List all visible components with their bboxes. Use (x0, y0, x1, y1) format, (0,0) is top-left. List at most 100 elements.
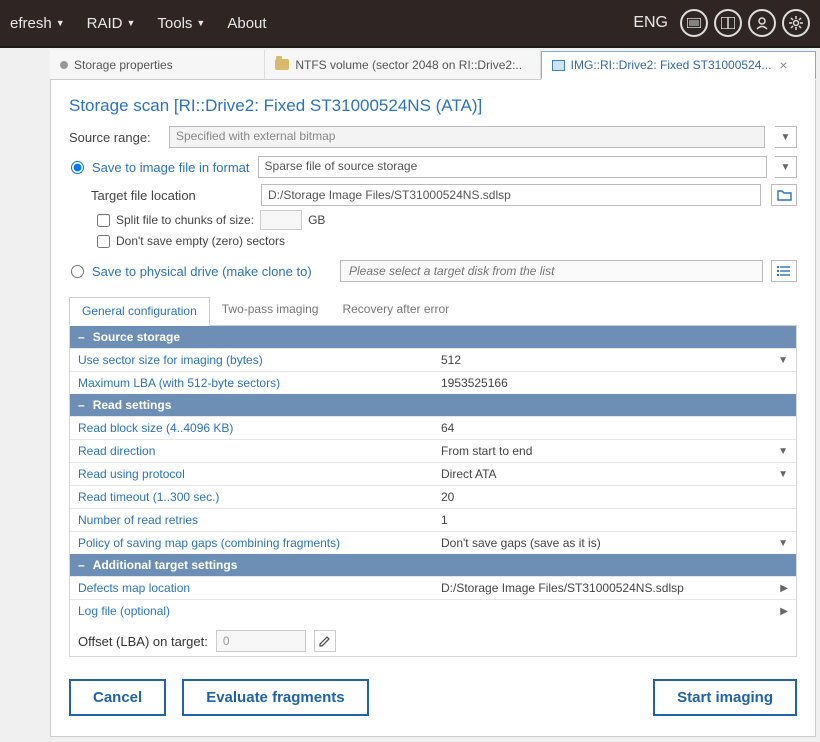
edit-icon[interactable] (314, 630, 336, 652)
document-tabs: Storage properties NTFS volume (sector 2… (50, 50, 816, 80)
config-value[interactable]: 1953525166 (433, 372, 796, 394)
config-label: Maximum LBA (with 512-byte sectors) (70, 372, 433, 394)
menu-raid-label: RAID (87, 15, 123, 32)
main-panel: Storage scan [RI::Drive2: Fixed ST310005… (50, 80, 816, 737)
row-read-retries: Number of read retries 1 (70, 508, 796, 531)
top-toolbar-icons (680, 9, 810, 37)
chevron-down-icon: ▼ (196, 18, 205, 28)
tab-general-config[interactable]: General configuration (69, 297, 210, 326)
chunk-size-input[interactable] (260, 210, 302, 230)
save-to-image-radio-row: Save to image file in format Sparse file… (71, 156, 797, 178)
user-icon[interactable] (748, 9, 776, 37)
menu-about-label: About (227, 15, 266, 32)
config-value[interactable]: D:/Storage Image Files/ST31000524NS.sdls… (433, 577, 796, 599)
tab-label: Storage properties (74, 58, 173, 72)
chevron-down-icon: ▼ (778, 538, 788, 549)
menu-tools-label: Tools (157, 15, 192, 32)
config-value[interactable]: 20 (433, 486, 796, 508)
row-gap-policy: Policy of saving map gaps (combining fra… (70, 531, 796, 554)
offset-input[interactable] (216, 630, 306, 652)
config-tabs: General configuration Two-pass imaging R… (69, 296, 797, 326)
config-value[interactable]: Don't save gaps (save as it is)▼ (433, 532, 796, 554)
save-to-image-radio[interactable] (71, 161, 84, 174)
tab-label: IMG::RI::Drive2: Fixed ST31000524... (571, 58, 772, 72)
menu-refresh[interactable]: efresh▼ (0, 9, 75, 38)
config-value[interactable]: 1 (433, 509, 796, 531)
chevron-down-icon[interactable]: ▼ (775, 126, 797, 148)
row-defects-map: Defects map location D:/Storage Image Fi… (70, 576, 796, 599)
top-menu-bar: efresh▼ RAID▼ Tools ▼ About ENG (0, 0, 820, 48)
section-source-storage[interactable]: – Source storage (70, 326, 796, 348)
skip-zero-row: Don't save empty (zero) sectors (97, 234, 797, 248)
chevron-right-icon: ▶ (780, 583, 788, 594)
save-to-physical-label: Save to physical drive (make clone to) (92, 264, 332, 279)
tab-two-pass[interactable]: Two-pass imaging (210, 296, 331, 325)
config-label: Read block size (4..4096 KB) (70, 417, 433, 439)
browse-folder-button[interactable] (771, 184, 797, 206)
skip-zero-label: Don't save empty (zero) sectors (116, 234, 285, 248)
tab-image-drive[interactable]: IMG::RI::Drive2: Fixed ST31000524... × (541, 51, 816, 80)
config-label: Read using protocol (70, 463, 433, 485)
tab-storage-properties[interactable]: Storage properties (50, 50, 265, 79)
chevron-right-icon: ▶ (780, 606, 788, 617)
evaluate-fragments-button[interactable]: Evaluate fragments (182, 679, 368, 716)
row-read-direction: Read direction From start to end▼ (70, 439, 796, 462)
chevron-down-icon: ▼ (778, 355, 788, 366)
config-value[interactable]: 64 (433, 417, 796, 439)
offset-label: Offset (LBA) on target: (78, 634, 208, 649)
chunk-unit-label: GB (308, 213, 325, 227)
menu-tools[interactable]: Tools ▼ (147, 9, 215, 38)
config-label: Log file (optional) (70, 600, 433, 622)
config-value[interactable]: From start to end▼ (433, 440, 796, 462)
dot-icon (60, 61, 68, 69)
save-to-image-label: Save to image file in format (92, 160, 250, 175)
config-value[interactable]: 512▼ (433, 349, 796, 371)
row-read-protocol: Read using protocol Direct ATA▼ (70, 462, 796, 485)
collapse-icon: – (78, 330, 85, 344)
menu-refresh-label: efresh (10, 15, 52, 32)
image-icon (552, 60, 565, 71)
config-label: Number of read retries (70, 509, 433, 531)
chevron-down-icon: ▼ (778, 446, 788, 457)
collapse-icon: – (78, 558, 85, 572)
section-target-settings[interactable]: – Additional target settings (70, 554, 796, 576)
chevron-down-icon[interactable]: ▼ (775, 156, 797, 178)
config-label: Read direction (70, 440, 433, 462)
source-range-select[interactable]: Specified with external bitmap (169, 126, 765, 148)
row-sector-size: Use sector size for imaging (bytes) 512▼ (70, 348, 796, 371)
row-read-timeout: Read timeout (1..300 sec.) 20 (70, 485, 796, 508)
image-format-select[interactable]: Sparse file of source storage (258, 156, 767, 178)
split-chunks-row: Split file to chunks of size: GB (97, 210, 797, 230)
language-selector[interactable]: ENG (621, 14, 680, 32)
target-location-input[interactable] (261, 184, 761, 206)
chevron-down-icon: ▼ (778, 469, 788, 480)
row-log-file: Log file (optional) ▶ (70, 599, 796, 622)
main-menu: efresh▼ RAID▼ Tools ▼ About (0, 9, 277, 38)
card-icon[interactable] (680, 9, 708, 37)
save-to-physical-radio[interactable] (71, 265, 84, 278)
menu-about[interactable]: About (217, 9, 276, 38)
start-imaging-button[interactable]: Start imaging (653, 679, 797, 716)
section-read-settings[interactable]: – Read settings (70, 394, 796, 416)
config-label: Defects map location (70, 577, 433, 599)
split-chunks-checkbox[interactable] (97, 214, 110, 227)
config-label: Read timeout (1..300 sec.) (70, 486, 433, 508)
layout-icon[interactable] (714, 9, 742, 37)
tab-recovery[interactable]: Recovery after error (330, 296, 461, 325)
source-range-row: Source range: Specified with external bi… (69, 126, 797, 148)
config-value[interactable]: ▶ (433, 600, 796, 622)
cancel-button[interactable]: Cancel (69, 679, 166, 716)
offset-row: Offset (LBA) on target: (70, 622, 796, 656)
collapse-icon: – (78, 398, 85, 412)
list-icon[interactable] (771, 260, 797, 282)
row-max-lba: Maximum LBA (with 512-byte sectors) 1953… (70, 371, 796, 394)
close-icon[interactable]: × (777, 57, 789, 73)
menu-raid[interactable]: RAID▼ (77, 9, 146, 38)
config-value[interactable]: Direct ATA▼ (433, 463, 796, 485)
physical-target-select[interactable] (340, 260, 763, 282)
skip-zero-checkbox[interactable] (97, 235, 110, 248)
tab-label: NTFS volume (sector 2048 on RI::Drive2:.… (295, 58, 522, 72)
tab-ntfs-volume[interactable]: NTFS volume (sector 2048 on RI::Drive2:.… (265, 50, 540, 79)
gear-icon[interactable] (782, 9, 810, 37)
row-read-block-size: Read block size (4..4096 KB) 64 (70, 416, 796, 439)
